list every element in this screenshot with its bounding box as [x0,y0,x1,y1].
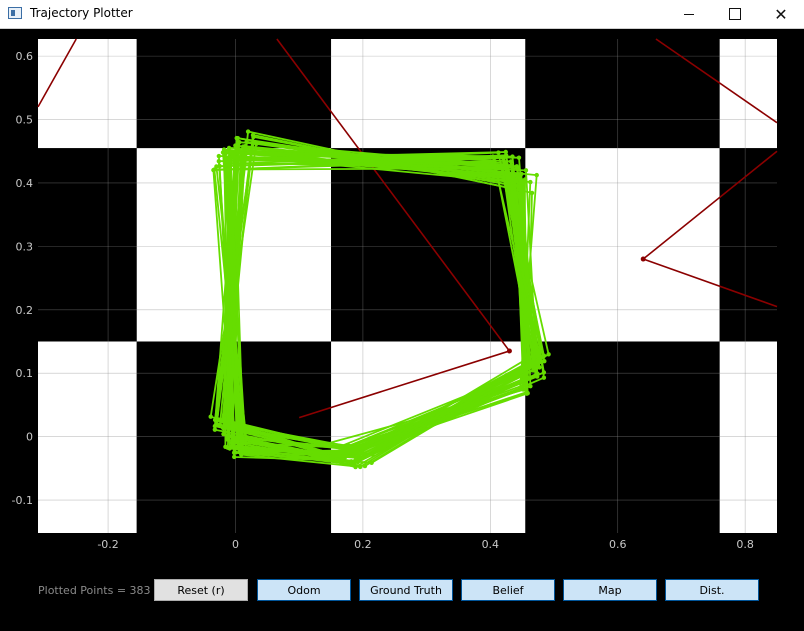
trajectory-point [546,352,551,357]
trajectory-point [353,454,358,460]
maximize-icon [729,8,741,20]
trajectory-point [214,422,220,427]
checker-cell [525,148,720,342]
x-tick-label: 0.2 [354,538,372,551]
app-icon [8,7,22,19]
trajectory-point [220,150,226,155]
trajectory-point [243,450,249,456]
trajectory-point [500,155,505,161]
trajectory-point [539,348,544,353]
trajectory-point [523,168,529,173]
trajectory-point [541,353,547,358]
checker-cell [719,148,777,342]
trajectory-point [369,460,374,465]
trajectory-point [496,150,501,155]
y-tick-label: 0 [26,431,33,444]
trajectory-point [516,155,522,160]
trajectory-point [525,390,530,396]
y-tick-label: 0.2 [16,304,34,317]
trajectory-point [237,140,242,145]
checker-cell [525,39,720,149]
trajectory-point [251,134,256,140]
trajectory-point [354,445,359,451]
trajectory-point [235,135,241,141]
belief-toggle-button[interactable]: Belief [461,579,555,601]
odom-toggle-button[interactable]: Odom [257,579,351,601]
ray-origin-point [506,348,512,354]
x-tick-label: 0 [232,538,239,551]
trajectory-point [537,359,543,364]
checker-cell [331,39,526,149]
close-button[interactable]: ✕ [758,0,804,28]
y-tick-label: -0.1 [12,494,33,507]
ground-truth-toggle-button[interactable]: Ground Truth [359,579,453,601]
trajectory-point [225,161,231,167]
trajectory-point [212,167,217,172]
checker-cell [719,39,777,149]
checker-cell [38,341,137,533]
x-tick-label: 0.6 [609,538,627,551]
checker-cell [525,341,720,533]
window-title: Trajectory Plotter [30,6,133,20]
trajectory-point [541,375,547,380]
close-icon: ✕ [774,4,788,24]
y-tick-label: 0.3 [16,240,34,253]
trajectory-point [362,463,368,469]
dist-toggle-button[interactable]: Dist. [665,579,759,601]
trajectory-point [535,371,540,376]
y-tick-label: 0.1 [16,367,34,380]
trajectory-point [510,154,515,159]
checker-cell [136,39,332,149]
trajectory-point [223,444,228,449]
checker-cell [719,341,777,533]
x-tick-label: 0.4 [482,538,500,551]
y-tick-label: 0.5 [16,114,34,127]
trajectory-point [208,414,213,419]
maximize-button[interactable] [712,0,758,28]
trajectory-point [232,454,237,460]
trajectory-point [536,364,542,370]
x-tick-label: -0.2 [97,538,118,551]
minimize-icon [684,13,694,15]
y-tick-label: 0.4 [16,177,34,190]
trajectory-point [528,179,533,185]
trajectory-plot[interactable]: -0.2 0 0.2 0.4 0.6 0.8 -0.1 0 0.1 0.2 0.3 0.4 0.5 0.6 [0,29,804,569]
trajectory-point [370,452,375,457]
x-tick-label: 0.8 [736,538,754,551]
trajectory-point [534,172,539,178]
map-toggle-button[interactable]: Map [563,579,657,601]
reset-button[interactable]: Reset (r) [154,579,248,601]
trajectory-point [490,154,495,159]
title-bar: Trajectory Plotter ✕ [0,0,804,29]
trajectory-point [531,357,536,362]
ray-origin-point [640,256,646,262]
y-tick-label: 0.6 [16,50,34,63]
trajectory-point [245,129,251,134]
plotted-points-status: Plotted Points = 383 [38,584,151,597]
trajectory-point [236,445,242,451]
trajectory-point [216,153,222,159]
checker-cell [331,341,526,533]
trajectory-point [232,151,237,156]
app-window: Trajectory Plotter ✕ -0.2 0 0.2 0.4 0.6 0.8 -0… [0,0,804,631]
checker-cell [38,39,137,149]
trajectory-point [503,149,508,155]
trajectory-point [216,159,222,164]
minimize-button[interactable] [666,0,712,28]
checker-cell [38,148,137,342]
